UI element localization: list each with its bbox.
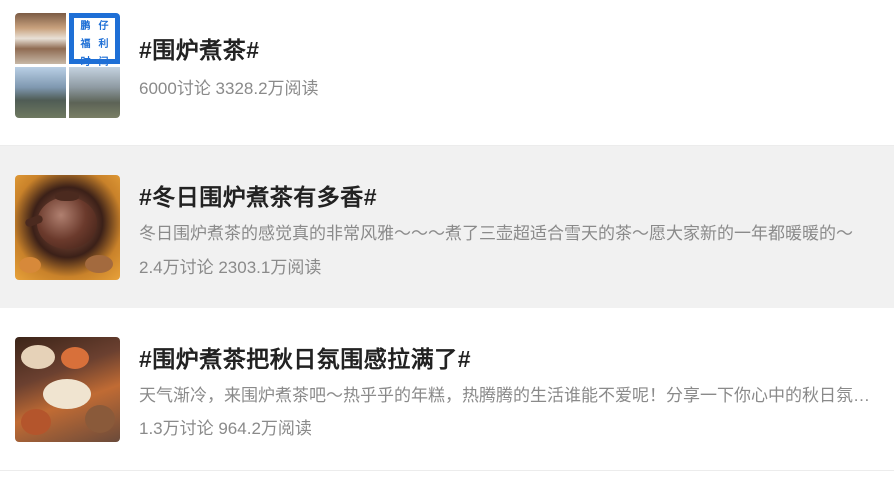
topic-stats: 6000讨论 3328.2万阅读: [139, 79, 319, 98]
topic-item[interactable]: 鹏 仔 福 利 时 间 #围炉煮茶# 6000讨论 3328.2万阅读: [0, 0, 894, 146]
badge-char: 鹏: [80, 21, 91, 32]
topic-description: 天气渐冷，来围炉煮茶吧～热乎乎的年糕，热腾腾的生活谁能不爱呢！分享一下你心中的秋…: [139, 386, 874, 405]
dish-shape: [61, 347, 89, 369]
topic-thumbnail[interactable]: [15, 337, 120, 442]
badge-char: 福: [80, 39, 91, 50]
topic-thumbnail[interactable]: [15, 175, 120, 280]
dish-shape: [43, 379, 91, 409]
topic-title[interactable]: #冬日围炉煮茶有多香#: [139, 178, 377, 212]
topic-item[interactable]: #冬日围炉煮茶有多香# 冬日围炉煮茶的感觉真的非常风雅～～～煮了三壶超适合雪天的…: [0, 146, 894, 308]
collage-thumbnail-icon: 鹏 仔 福 利 时 间: [15, 13, 120, 118]
mountain-photo: [15, 67, 66, 118]
badge-text: 鹏 仔 福 利 时 间: [74, 18, 115, 68]
dish-shape: [21, 409, 51, 435]
topic-stats: 1.3万讨论 964.2万阅读: [139, 419, 312, 438]
food-photo: [15, 13, 66, 64]
topic-list: 鹏 仔 福 利 时 间 #围炉煮茶# 6000讨论 3328.2万阅读 #冬日围…: [0, 0, 894, 479]
dish-shape: [21, 345, 55, 369]
fruit-shape: [85, 255, 113, 273]
badge-tile: 鹏 仔 福 利 时 间: [69, 13, 120, 68]
topic-item[interactable]: #围炉煮茶把秋日氛围感拉满了# 天气渐冷，来围炉煮茶吧～热乎乎的年糕，热腾腾的生…: [0, 308, 894, 471]
teapot-lid: [55, 191, 79, 201]
badge-char: 利: [98, 39, 109, 50]
topic-stats: 2.4万讨论 2303.1万阅读: [139, 258, 322, 277]
topic-description: 冬日围炉煮茶的感觉真的非常风雅～～～煮了三壶超适合雪天的茶～愿大家新的一年都暖暖…: [139, 224, 853, 243]
fruit-shape: [19, 257, 41, 273]
tea-table-thumbnail-icon: [15, 337, 120, 442]
badge-char: 仔: [98, 21, 109, 32]
teapot-thumbnail-icon: [15, 175, 120, 280]
topic-thumbnail[interactable]: 鹏 仔 福 利 时 间: [15, 13, 120, 118]
mountain-photo: [69, 67, 120, 118]
dish-shape: [85, 405, 115, 433]
topic-title[interactable]: #围炉煮茶把秋日氛围感拉满了#: [139, 340, 471, 374]
teapot-shape: [37, 197, 97, 249]
topic-title[interactable]: #围炉煮茶#: [139, 31, 260, 65]
